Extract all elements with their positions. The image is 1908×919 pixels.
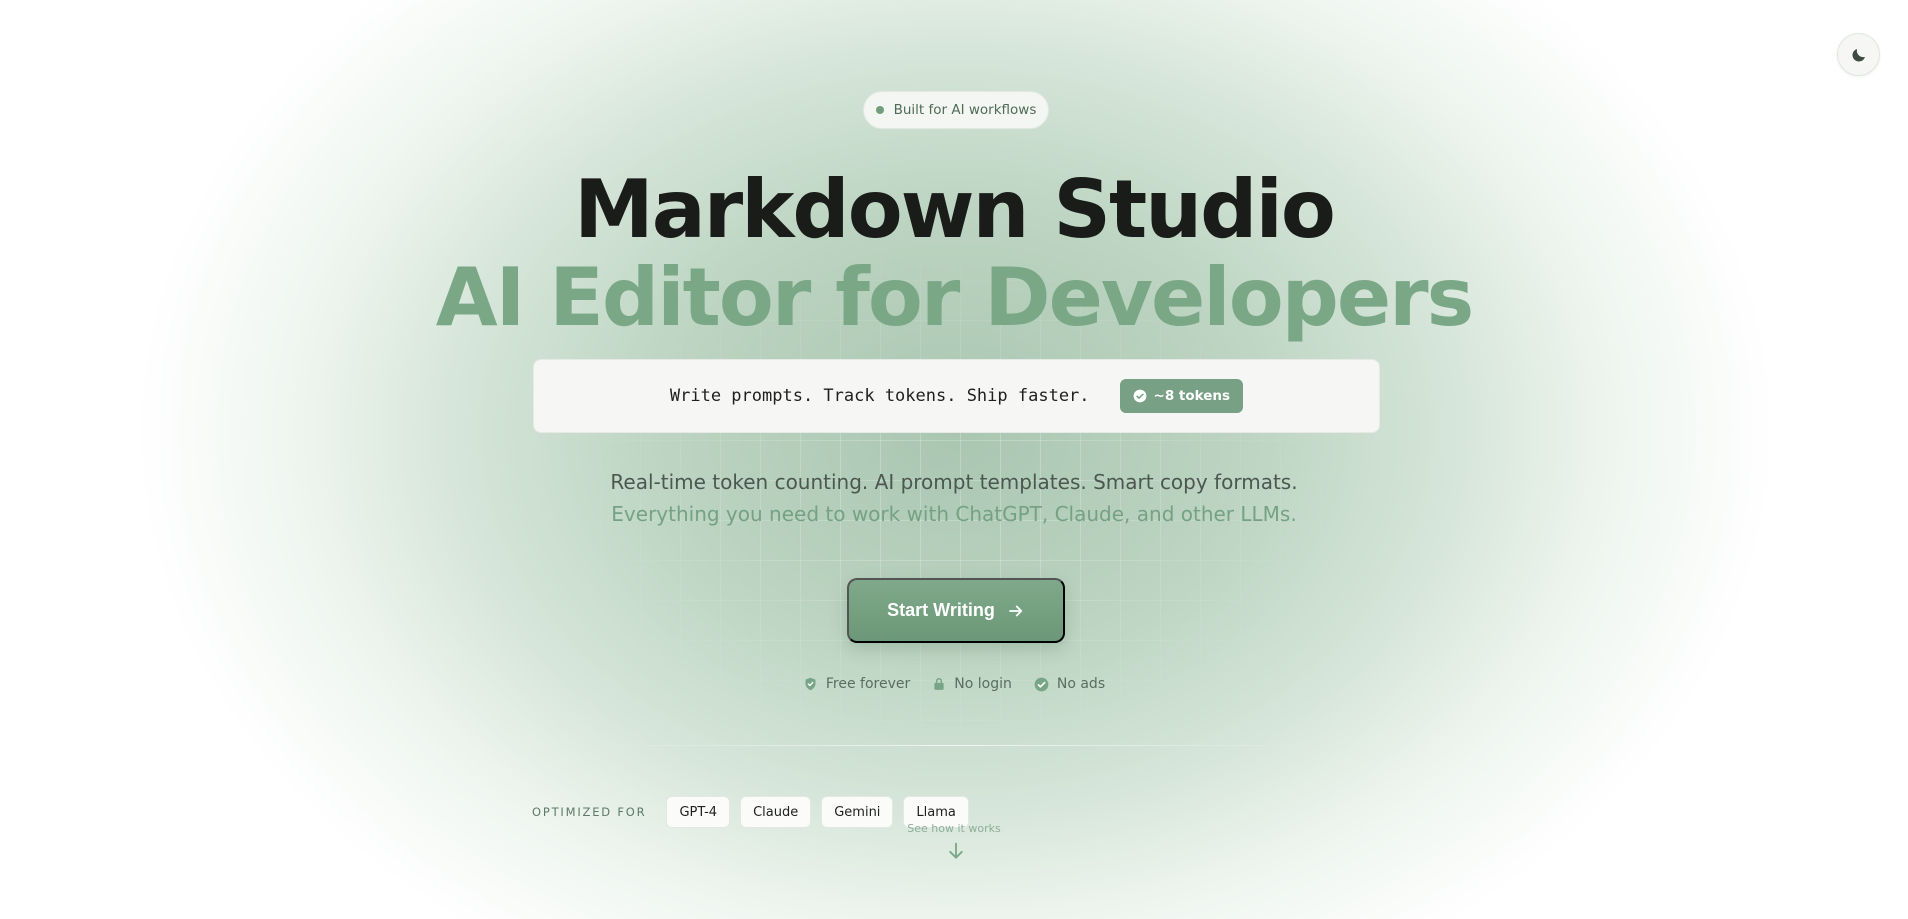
shield-check-icon bbox=[805, 677, 816, 691]
tagline-secondary: Everything you need to work with ChatGPT… bbox=[611, 502, 1297, 526]
feature-free-forever: Free forever bbox=[803, 676, 910, 692]
token-count-text: ~8 tokens bbox=[1153, 388, 1231, 404]
check-circle-icon bbox=[1133, 389, 1146, 403]
hero-subtitle: AI Editor for Developers bbox=[435, 251, 1475, 344]
tagline-primary: Real-time token counting. AI prompt temp… bbox=[610, 470, 1298, 494]
arrow-right-icon bbox=[1008, 605, 1022, 616]
lock-icon bbox=[934, 678, 944, 690]
badge-dot-icon bbox=[875, 106, 884, 114]
announcement-badge: Built for AI workflows bbox=[863, 91, 1049, 129]
start-writing-button[interactable]: Start Writing bbox=[847, 578, 1065, 643]
optimized-for-label: OPTIMIZED FOR bbox=[532, 805, 647, 819]
scroll-hint-text[interactable]: See how it works bbox=[0, 822, 1908, 835]
section-divider bbox=[590, 745, 1320, 746]
badge-text: Built for AI workflows bbox=[893, 102, 1037, 118]
theme-toggle-button[interactable] bbox=[1837, 33, 1880, 76]
feature-label: Free forever bbox=[825, 676, 911, 692]
feature-list: Free forever No login No ads bbox=[0, 676, 1908, 692]
arrow-down-icon[interactable] bbox=[946, 840, 966, 862]
feature-label: No ads bbox=[1056, 676, 1106, 692]
check-circle-icon bbox=[1034, 677, 1049, 691]
token-count-badge: ~8 tokens bbox=[1119, 379, 1244, 413]
moon-icon bbox=[1851, 48, 1865, 62]
feature-no-ads: No ads bbox=[1034, 676, 1105, 692]
start-writing-label: Start Writing bbox=[887, 600, 995, 620]
demo-code-text: Write prompts. Track tokens. Ship faster… bbox=[669, 386, 1090, 406]
feature-no-login: No login bbox=[932, 676, 1012, 692]
hero-title: Markdown Studio bbox=[574, 163, 1336, 256]
feature-label: No login bbox=[954, 676, 1012, 692]
demo-code-box: Write prompts. Track tokens. Ship faster… bbox=[533, 359, 1380, 433]
